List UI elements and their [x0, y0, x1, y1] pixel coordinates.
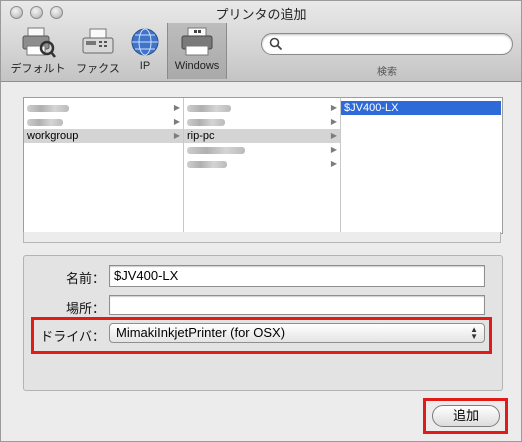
search-icon — [269, 37, 283, 56]
globe-icon — [127, 26, 163, 58]
browser-horizontal-scrollbar[interactable] — [23, 232, 501, 243]
driver-highlight-box — [31, 317, 492, 354]
toolbar-windows-button[interactable]: Windows — [167, 23, 227, 79]
toolbar-default-label: デフォルト — [10, 63, 66, 75]
list-item[interactable]: ▶ — [24, 101, 183, 115]
toolbar-ip-label: IP — [139, 60, 151, 72]
add-highlight-box — [423, 398, 508, 434]
list-item[interactable]: ▶ — [184, 143, 340, 157]
browser-column-3: $JV400-LX — [341, 98, 501, 233]
toolbar-fax-button[interactable]: ファクス — [73, 26, 123, 78]
add-printer-window: プリンタの追加 デフォルト ファクス IP Windows 検索 ▶ ▶ wor… — [0, 0, 522, 442]
browser-item-rip-pc[interactable]: rip-pc ▶ — [184, 129, 340, 143]
toolbar-fax-label: ファクス — [76, 63, 120, 75]
name-label: 名前： — [65, 271, 105, 286]
browser-column-1: ▶ ▶ workgroup ▶ — [24, 98, 184, 233]
toolbar-ip-button[interactable]: IP — [127, 26, 163, 78]
location-field[interactable] — [109, 295, 485, 315]
list-item[interactable]: ▶ — [184, 101, 340, 115]
search-caption: 検索 — [377, 67, 397, 78]
location-label: 場所： — [65, 301, 105, 316]
list-item[interactable]: ▶ — [184, 157, 340, 171]
browser-item-jv400[interactable]: $JV400-LX — [341, 101, 501, 115]
search-field[interactable] — [261, 33, 513, 55]
windows-printer-icon — [179, 26, 215, 58]
browser-column-2: ▶ ▶ rip-pc ▶ ▶ ▶ — [184, 98, 341, 233]
default-printer-icon — [20, 26, 56, 58]
printer-browser: ▶ ▶ workgroup ▶ ▶ ▶ rip-pc ▶ ▶ ▶ $JV400-… — [23, 97, 503, 234]
toolbar: プリンタの追加 デフォルト ファクス IP Windows 検索 — [1, 1, 521, 82]
fax-icon — [80, 26, 116, 58]
name-field[interactable]: $JV400-LX — [109, 265, 485, 287]
toolbar-default-button[interactable]: デフォルト — [7, 26, 69, 78]
browser-item-workgroup[interactable]: workgroup ▶ — [24, 129, 183, 143]
list-item[interactable]: ▶ — [184, 115, 340, 129]
toolbar-windows-label: Windows — [174, 60, 220, 72]
window-title: プリンタの追加 — [215, 7, 307, 22]
list-item[interactable]: ▶ — [24, 115, 183, 129]
